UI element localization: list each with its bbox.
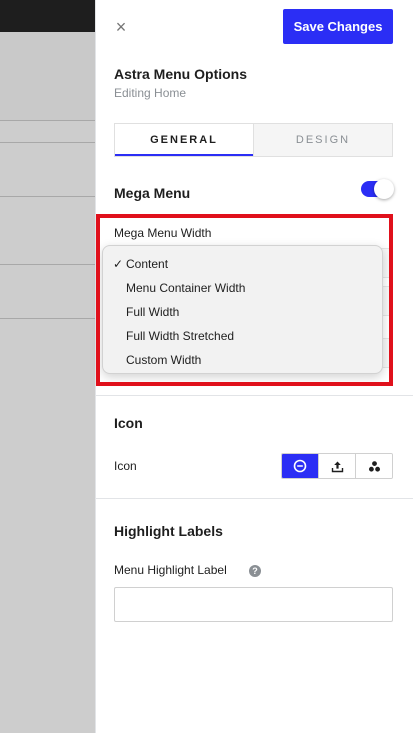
dashicons-icon[interactable] <box>355 454 392 478</box>
dropdown-option-label: Content <box>126 257 169 271</box>
section-divider <box>96 498 413 499</box>
tab-bar: GENERAL DESIGN <box>114 123 393 157</box>
dropdown-option-full-width[interactable]: Full Width <box>103 300 382 324</box>
tab-general[interactable]: GENERAL <box>115 124 253 156</box>
menu-highlight-label: Menu Highlight Label <box>114 563 227 577</box>
background-divider <box>0 264 95 265</box>
dropdown-option-full-width-stretched[interactable]: Full Width Stretched <box>103 324 382 348</box>
close-icon[interactable]: × <box>112 18 130 36</box>
icon-source-selector <box>281 453 393 479</box>
mega-menu-width-label: Mega Menu Width <box>114 226 212 240</box>
dropdown-option-label: Full Width Stretched <box>126 329 235 343</box>
section-divider <box>96 395 413 396</box>
toggle-knob <box>374 179 394 199</box>
background-divider <box>0 318 95 319</box>
checkmark-icon: ✓ <box>113 257 124 271</box>
save-changes-button[interactable]: Save Changes <box>283 9 393 44</box>
tab-design[interactable]: DESIGN <box>253 124 392 156</box>
dropdown-option-label: Full Width <box>126 305 180 319</box>
menu-options-panel: × Save Changes Astra Menu Options Editin… <box>95 0 413 733</box>
icon-section-title: Icon <box>114 415 143 431</box>
menu-highlight-label-input[interactable] <box>114 587 393 622</box>
mega-menu-width-dropdown: ✓ Content Menu Container Width Full Widt… <box>102 245 383 374</box>
minus-circle-icon[interactable] <box>282 454 318 478</box>
background-divider <box>0 196 95 197</box>
dropdown-option-label: Custom Width <box>126 353 202 367</box>
editor-top-bar <box>0 0 95 32</box>
panel-subtitle: Editing Home <box>114 86 187 100</box>
mega-menu-toggle[interactable] <box>361 179 394 199</box>
background-block <box>0 32 95 120</box>
dropdown-option-menu-container-width[interactable]: Menu Container Width <box>103 276 382 300</box>
icon-label: Icon <box>114 459 137 473</box>
dropdown-option-label: Menu Container Width <box>126 281 246 295</box>
panel-title: Astra Menu Options <box>114 66 248 82</box>
upload-icon[interactable] <box>318 454 355 478</box>
mega-menu-title: Mega Menu <box>114 185 191 201</box>
background-divider <box>0 142 95 143</box>
background-divider <box>0 120 95 121</box>
dropdown-option-custom-width[interactable]: Custom Width <box>103 348 382 372</box>
highlight-labels-title: Highlight Labels <box>114 523 223 539</box>
dropdown-option-content[interactable]: ✓ Content <box>103 252 382 276</box>
help-icon[interactable]: ? <box>249 565 261 577</box>
